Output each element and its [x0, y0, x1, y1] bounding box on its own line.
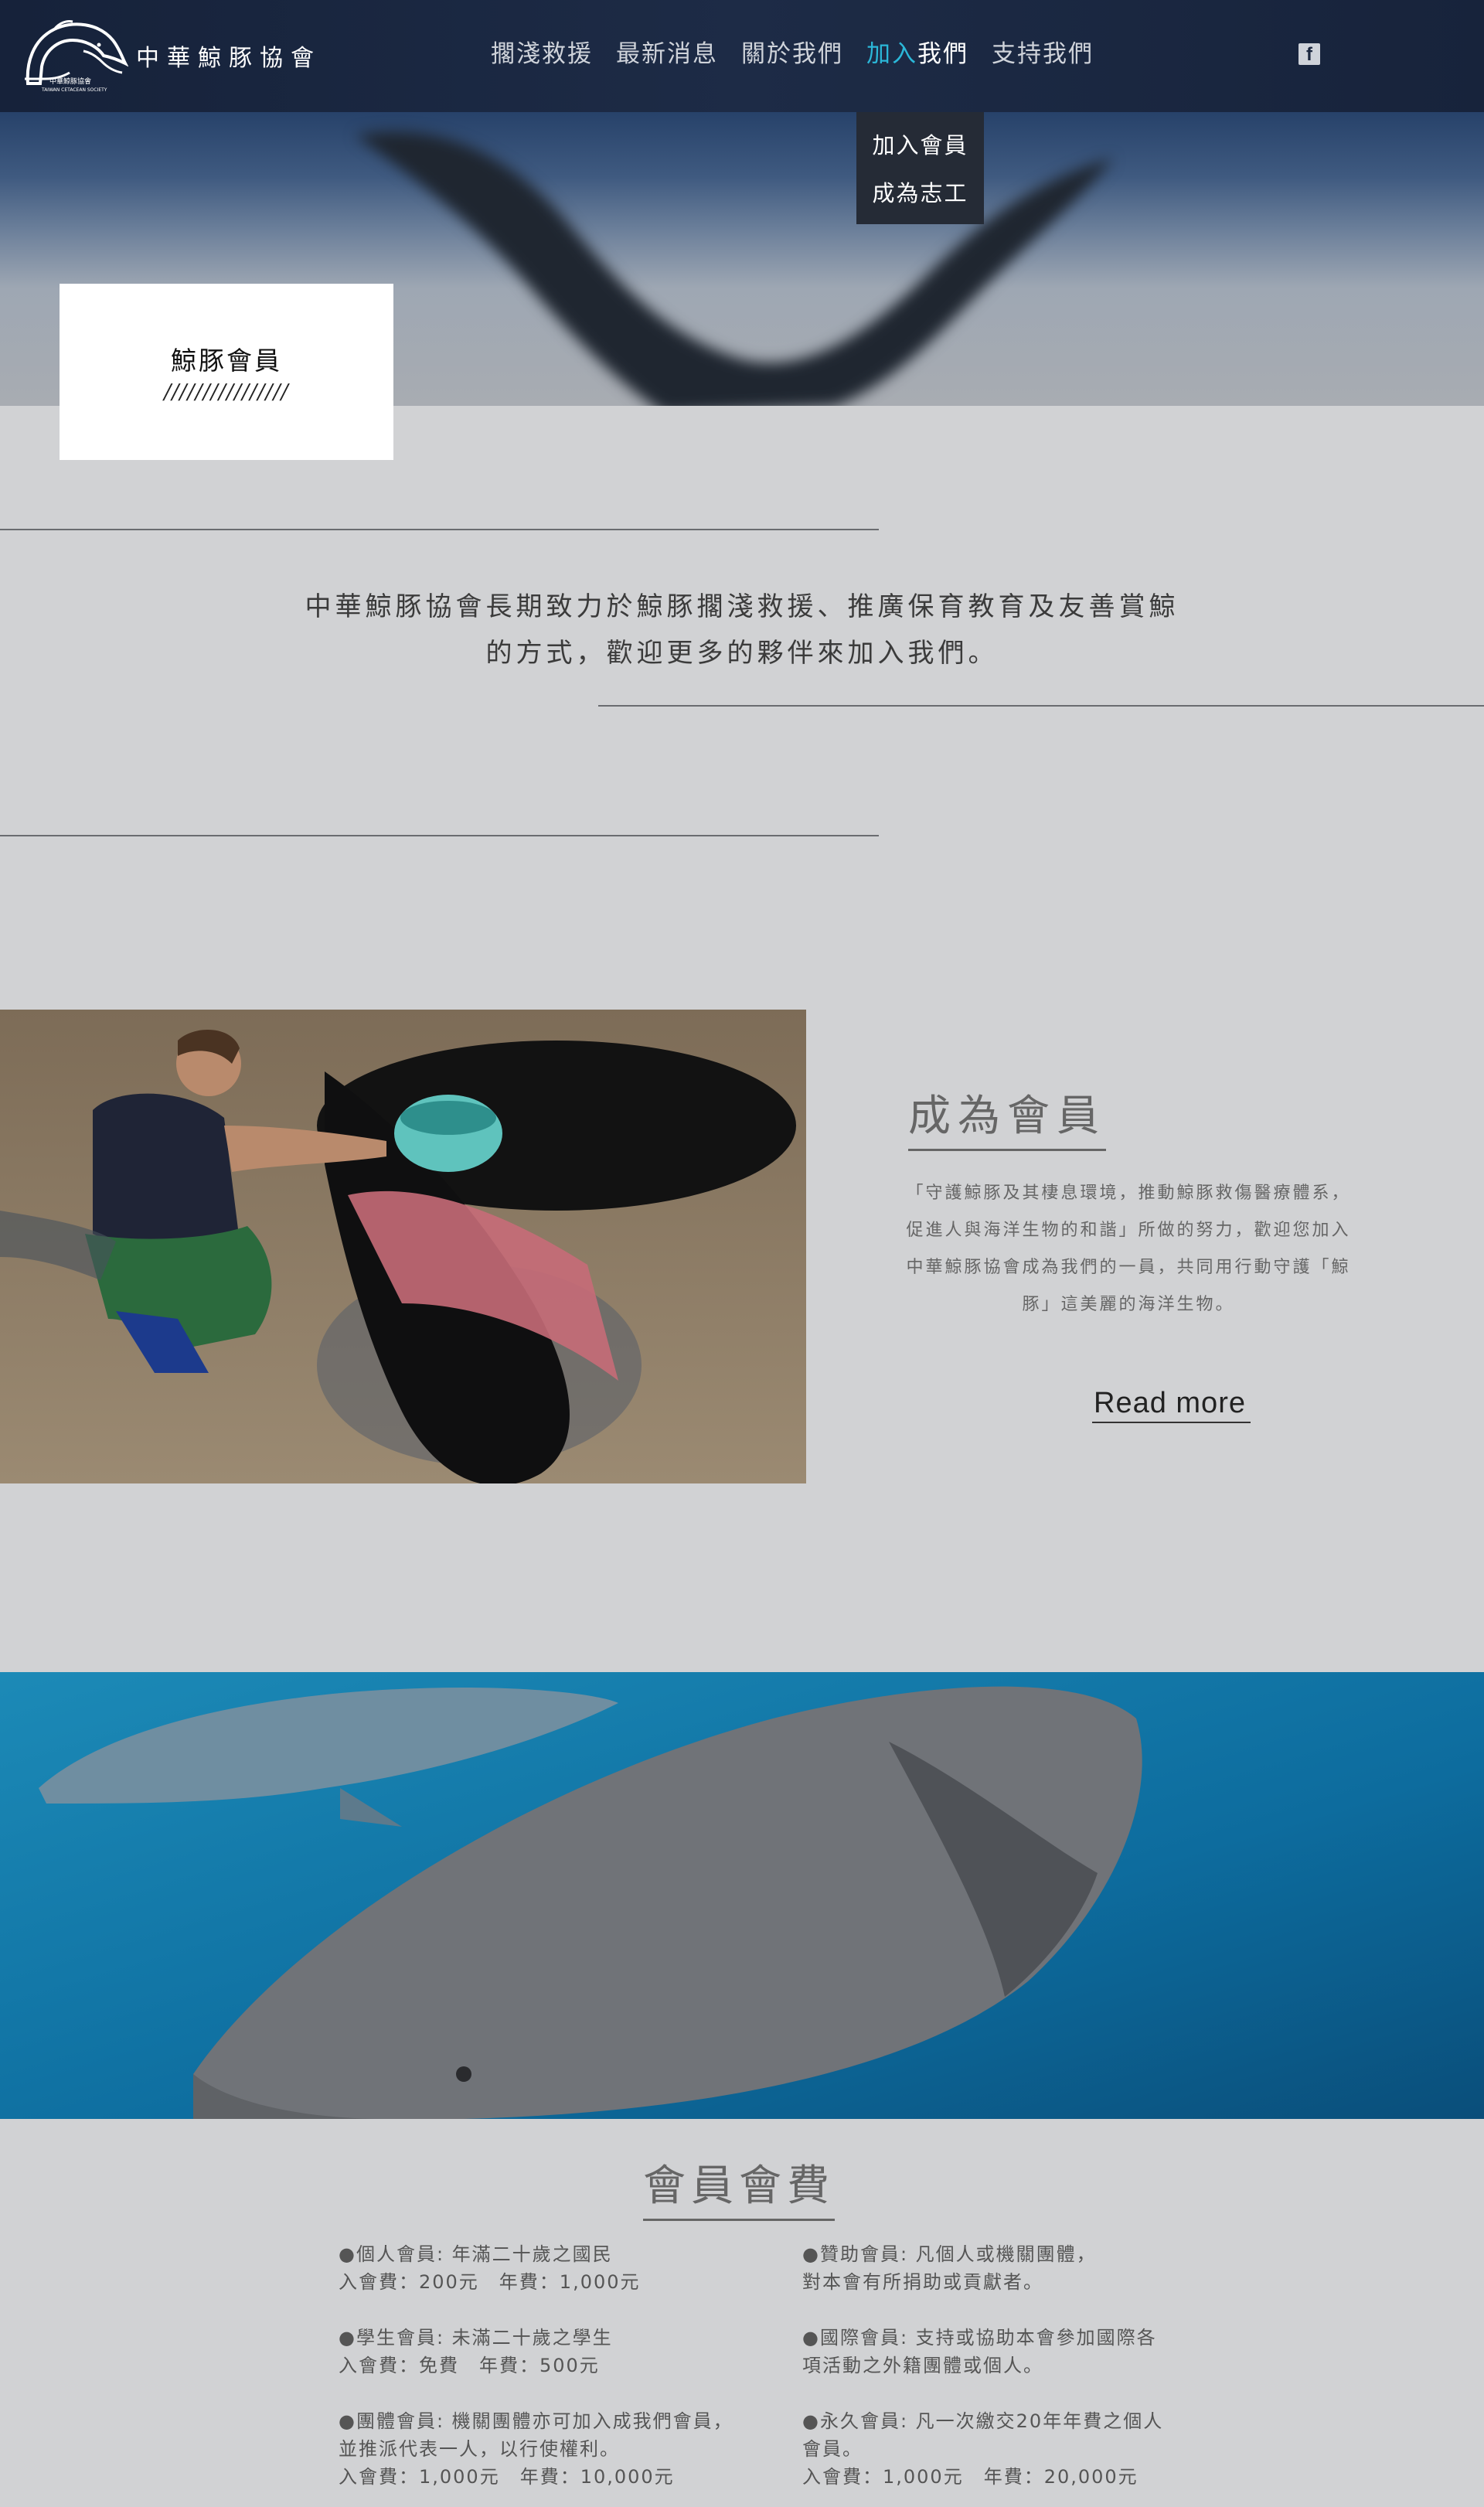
fee-item-international: ●國際會員: 支持或協助本會參加國際各 項活動之外籍團體或個人。 — [802, 2324, 1235, 2379]
read-more-link[interactable]: Read more — [1092, 1387, 1251, 1423]
site-logo[interactable]: 中華鯨豚協會 TAIWAN CETACEAN SOCIETY 中華鯨豚協會 — [22, 17, 323, 94]
fee-item-price: 入會費：1,000元 年費：10,000元 — [339, 2466, 675, 2488]
fee-item-price: 入會費：1,000元 年費：20,000元 — [802, 2466, 1139, 2488]
fee-item-note: 項活動之外籍團體或個人。 — [802, 2355, 1043, 2376]
logo-caption: 中華鯨豚協會 — [49, 77, 91, 86]
nav-item-about[interactable]: 關於我們 — [730, 34, 855, 74]
fees-heading: 會員會費 — [643, 2151, 836, 2221]
fee-item-title: ●贊助會員: 凡個人或機關團體， — [802, 2243, 1097, 2265]
fee-item-note: 會員。 — [802, 2438, 863, 2460]
nav-item-join-part2: 我們 — [917, 40, 968, 68]
fee-item-title: ●永久會員: 凡一次繳交20年年費之個人 — [802, 2410, 1164, 2432]
nav-item-join-part1: 加入 — [866, 40, 917, 68]
rescue-photo-illustration — [0, 1010, 806, 1483]
fee-item-price: 入會費：免費 年費：500元 — [339, 2355, 600, 2376]
divider-line — [0, 835, 879, 836]
fees-right-column: ●贊助會員: 凡個人或機關團體， 對本會有所捐助或貢獻者。 ●國際會員: 支持或… — [802, 2240, 1235, 2507]
fee-item-group: ●團體會員: 機關團體亦可加入成我們會員， 並推派代表一人，以行使權利。 入會費… — [339, 2407, 771, 2491]
main-nav: 擱淺救援 最新消息 關於我們 加入我們 支持我們 — [479, 34, 1105, 74]
join-dropdown-menu: 加入會員 成為志工 — [856, 112, 984, 224]
dolphins-illustration — [0, 1672, 1484, 2119]
intro-text: 中華鯨豚協會長期致力於鯨豚擱淺救援、推廣保育教育及友善賞鯨的方式，歡迎更多的夥伴… — [305, 591, 1179, 669]
facebook-icon[interactable]: f — [1298, 43, 1320, 65]
page-title-card: 鯨豚會員 //////////////// — [60, 284, 393, 460]
fee-item-individual: ●個人會員: 年滿二十歲之國民 入會費：200元 年費：1,000元 — [339, 2240, 771, 2296]
brand-name: 中華鯨豚協會 — [136, 45, 322, 72]
logo-caption-en: TAIWAN CETACEAN SOCIETY — [41, 87, 107, 93]
fee-item-title: ●個人會員: 年滿二十歲之國民 — [339, 2243, 613, 2265]
member-heading: 成為會員 — [908, 1081, 1107, 1151]
fee-item-title: ●學生會員: 未滿二十歲之學生 — [339, 2327, 613, 2349]
fee-item-note: 對本會有所捐助或貢獻者。 — [802, 2271, 1043, 2293]
nav-item-rescue[interactable]: 擱淺救援 — [479, 34, 604, 74]
nav-item-news[interactable]: 最新消息 — [604, 34, 730, 74]
fees-left-column: ●個人會員: 年滿二十歲之國民 入會費：200元 年費：1,000元 ●學生會員… — [339, 2240, 771, 2507]
dropdown-item-volunteer[interactable]: 成為志工 — [856, 169, 984, 217]
dolphin-logo-icon: 中華鯨豚協會 TAIWAN CETACEAN SOCIETY — [25, 20, 128, 93]
fee-item-title: ●國際會員: 支持或協助本會參加國際各 — [802, 2327, 1157, 2349]
fee-item-note: 並推派代表一人，以行使權利。 — [339, 2438, 620, 2460]
rescue-photo — [0, 1010, 806, 1483]
dropdown-item-join-member[interactable]: 加入會員 — [856, 121, 984, 169]
fee-item-student: ●學生會員: 未滿二十歲之學生 入會費：免費 年費：500元 — [339, 2324, 771, 2379]
page-title: 鯨豚會員 — [171, 345, 282, 376]
divider-line — [0, 529, 879, 530]
member-description: 「守護鯨豚及其棲息環境，推動鯨豚救傷醫療體系，促進人與海洋生物的和諧」所做的努力… — [906, 1184, 1351, 1314]
fee-item-title: ●團體會員: 機關團體亦可加入成我們會員， — [339, 2410, 733, 2432]
nav-item-support[interactable]: 支持我們 — [980, 34, 1105, 74]
page-title-decoration: //////////////// — [164, 380, 289, 404]
dolphins-photo — [0, 1672, 1484, 2119]
nav-item-join[interactable]: 加入我們 — [855, 34, 980, 74]
divider-line — [598, 705, 1484, 707]
fee-item-sponsor: ●贊助會員: 凡個人或機關團體， 對本會有所捐助或貢獻者。 — [802, 2240, 1235, 2296]
top-navbar: 中華鯨豚協會 TAIWAN CETACEAN SOCIETY 中華鯨豚協會 擱淺… — [0, 0, 1484, 112]
whale-tail-image — [356, 131, 1113, 406]
fee-item-price: 入會費：200元 年費：1,000元 — [339, 2271, 641, 2293]
fee-item-permanent: ●永久會員: 凡一次繳交20年年費之個人 會員。 入會費：1,000元 年費：2… — [802, 2407, 1235, 2491]
